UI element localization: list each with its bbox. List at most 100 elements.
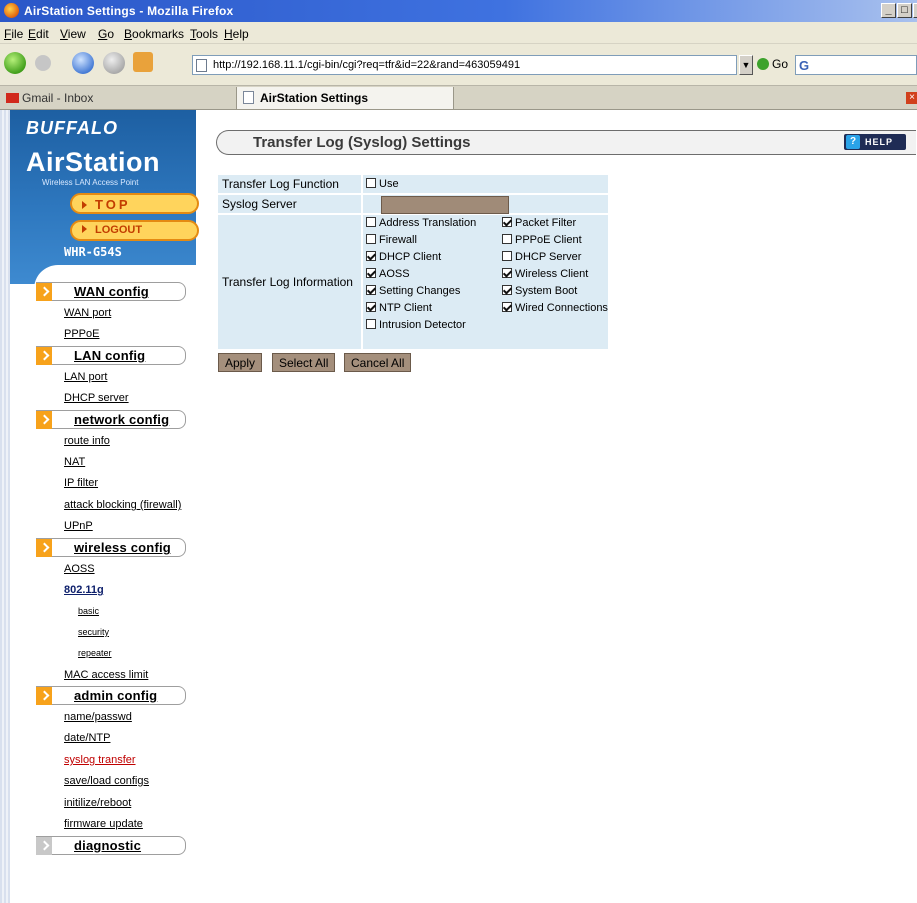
nav-802-11g[interactable]: 802.11g <box>64 584 104 596</box>
option-dhcp-server[interactable]: DHCP Server <box>502 251 581 263</box>
option-wired-connections[interactable]: Wired Connections <box>502 302 608 314</box>
option-label: NTP Client <box>379 302 432 314</box>
checkbox-box[interactable] <box>502 251 512 261</box>
nav-nat[interactable]: NAT <box>64 456 85 468</box>
nav-ip-filter[interactable]: IP filter <box>64 477 98 489</box>
checkbox-box[interactable] <box>502 234 512 244</box>
apply-button[interactable]: Apply <box>218 353 263 372</box>
menu-help[interactable]: Help <box>224 27 249 41</box>
section-network-config[interactable]: network config <box>36 410 186 429</box>
nav-lan-port[interactable]: LAN port <box>64 371 107 383</box>
checkbox-box[interactable] <box>502 217 512 227</box>
transfer-log-info-label: Transfer Log Information <box>218 215 361 349</box>
address-bar[interactable]: http://192.168.11.1/cgi-bin/cgi?req=tfr&… <box>192 55 737 75</box>
use-checkbox[interactable]: Use <box>366 178 399 190</box>
nav-syslog-transfer[interactable]: syslog transfer <box>64 754 136 766</box>
model-name: WHR-G54S <box>64 245 122 259</box>
nav-upnp[interactable]: UPnP <box>64 520 93 532</box>
menu-bookmarks[interactable]: Bookmarks <box>124 27 184 41</box>
option-firewall[interactable]: Firewall <box>366 234 417 246</box>
page-header: Transfer Log (Syslog) Settings ? HELP <box>216 130 916 155</box>
checkbox-box[interactable] <box>366 285 376 295</box>
menu-view[interactable]: View <box>60 27 86 41</box>
section-wan-config[interactable]: WAN config <box>36 282 186 301</box>
sidebar: BUFFALO AirStation Wireless LAN Access P… <box>0 110 199 903</box>
option-address-translation[interactable]: Address Translation <box>366 217 476 229</box>
nav-attack-blocking[interactable]: attack blocking (firewall) <box>64 499 181 511</box>
section-diagnostic[interactable]: diagnostic <box>36 836 186 855</box>
menu-go[interactable]: Go <box>98 27 114 41</box>
checkbox-box[interactable] <box>502 268 512 278</box>
nav-mac-access-limit[interactable]: MAC access limit <box>64 669 148 681</box>
section-wireless-config[interactable]: wireless config <box>36 538 186 557</box>
maximize-icon[interactable]: □ <box>897 3 912 18</box>
option-aoss[interactable]: AOSS <box>366 268 410 280</box>
nav-wan-port[interactable]: WAN port <box>64 307 111 319</box>
product-subtitle: Wireless LAN Access Point <box>42 178 139 187</box>
option-dhcp-client[interactable]: DHCP Client <box>366 251 441 263</box>
option-setting-changes[interactable]: Setting Changes <box>366 285 460 297</box>
select-all-button[interactable]: Select All <box>272 353 336 372</box>
option-label: DHCP Server <box>515 251 582 263</box>
checkbox-box[interactable] <box>366 234 376 244</box>
option-ntp-client[interactable]: NTP Client <box>366 302 432 314</box>
google-search-box[interactable]: G <box>795 55 917 75</box>
section-admin-config[interactable]: admin config <box>36 686 186 705</box>
logout-button[interactable]: LOGOUT <box>70 220 199 241</box>
option-label: DHCP Client <box>379 251 442 263</box>
nav-security[interactable]: security <box>78 627 109 637</box>
tab-gmail[interactable]: Gmail - Inbox <box>0 87 236 109</box>
back-arrow-icon[interactable] <box>4 52 26 74</box>
menu-edit[interactable]: Edit <box>28 27 49 41</box>
checkbox-box[interactable] <box>366 178 376 188</box>
chevron-icon <box>36 347 52 365</box>
section-lan-config[interactable]: LAN config <box>36 346 186 365</box>
nav-firmware-update[interactable]: firmware update <box>64 818 143 830</box>
checkbox-box[interactable] <box>366 319 376 329</box>
nav-date-ntp[interactable]: date/NTP <box>64 732 110 744</box>
option-intrusion-detector[interactable]: Intrusion Detector <box>366 319 466 331</box>
nav-basic[interactable]: basic <box>78 606 99 616</box>
checkbox-box[interactable] <box>502 285 512 295</box>
top-button[interactable]: TOP <box>70 193 199 214</box>
address-bar-url[interactable]: http://192.168.11.1/cgi-bin/cgi?req=tfr&… <box>213 59 520 71</box>
close-tab-icon[interactable]: × <box>906 92 917 104</box>
nav-dhcp-server[interactable]: DHCP server <box>64 392 129 404</box>
option-label: Setting Changes <box>379 285 461 297</box>
checkbox-box[interactable] <box>502 302 512 312</box>
checkbox-box[interactable] <box>366 268 376 278</box>
nav-route-info[interactable]: route info <box>64 435 110 447</box>
option-wireless-client[interactable]: Wireless Client <box>502 268 588 280</box>
menu-file[interactable]: File <box>4 27 23 41</box>
checkbox-box[interactable] <box>366 251 376 261</box>
help-icon: ? <box>846 135 860 149</box>
menu-tools[interactable]: Tools <box>190 27 218 41</box>
go-arrow-icon <box>757 58 769 70</box>
url-dropdown-icon[interactable]: ▼ <box>739 55 753 75</box>
tab-airstation[interactable]: AirStation Settings <box>236 87 454 109</box>
syslog-server-input[interactable] <box>381 196 509 214</box>
nav-aoss[interactable]: AOSS <box>64 563 95 575</box>
nav-pppoe[interactable]: PPPoE <box>64 328 99 340</box>
help-button[interactable]: ? HELP <box>844 134 906 150</box>
checkbox-box[interactable] <box>366 217 376 227</box>
close-icon[interactable]: x <box>913 3 917 18</box>
cancel-all-button[interactable]: Cancel All <box>344 353 412 372</box>
home-icon[interactable] <box>133 52 153 72</box>
checkbox-box[interactable] <box>366 302 376 312</box>
minimize-icon[interactable]: _ <box>881 3 896 18</box>
forward-arrow-icon[interactable] <box>35 55 51 71</box>
option-pppoe-client[interactable]: PPPoE Client <box>502 234 582 246</box>
tab-gmail-label: Gmail - Inbox <box>22 91 94 105</box>
option-packet-filter[interactable]: Packet Filter <box>502 217 576 229</box>
nav-initilize-reboot[interactable]: initilize/reboot <box>64 797 131 809</box>
option-system-boot[interactable]: System Boot <box>502 285 577 297</box>
nav-repeater[interactable]: repeater <box>78 648 112 658</box>
nav-name-passwd[interactable]: name/passwd <box>64 711 132 723</box>
window-title-bar[interactable]: AirStation Settings - Mozilla Firefox _ … <box>0 0 917 22</box>
go-button[interactable]: Go <box>757 57 788 71</box>
nav-save-load-configs[interactable]: save/load configs <box>64 775 149 787</box>
tab-airstation-label: AirStation Settings <box>260 91 369 105</box>
reload-icon[interactable] <box>72 52 94 74</box>
stop-icon[interactable] <box>103 52 125 74</box>
